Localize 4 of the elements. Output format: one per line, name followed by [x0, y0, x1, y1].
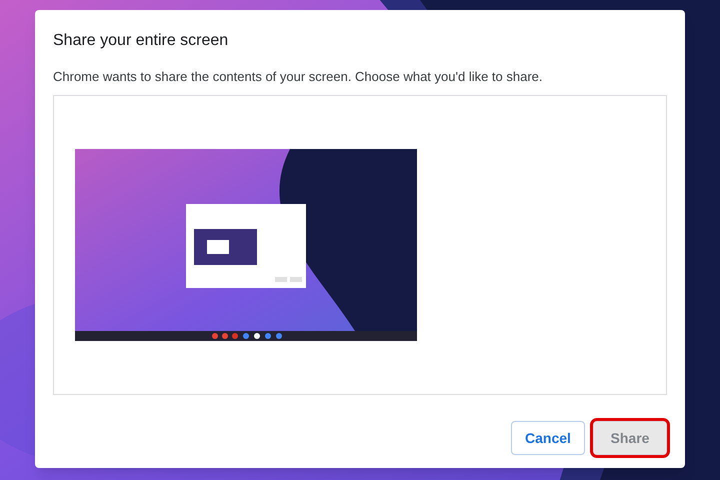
screen-thumbnail-drawing[interactable] [75, 148, 417, 340]
dialog-description: Chrome wants to share the contents of your screen. Choose what you'd like to share. [53, 68, 544, 86]
cancel-button[interactable]: Cancel [511, 420, 585, 454]
dialog-title: Share your entire screen [53, 31, 230, 51]
